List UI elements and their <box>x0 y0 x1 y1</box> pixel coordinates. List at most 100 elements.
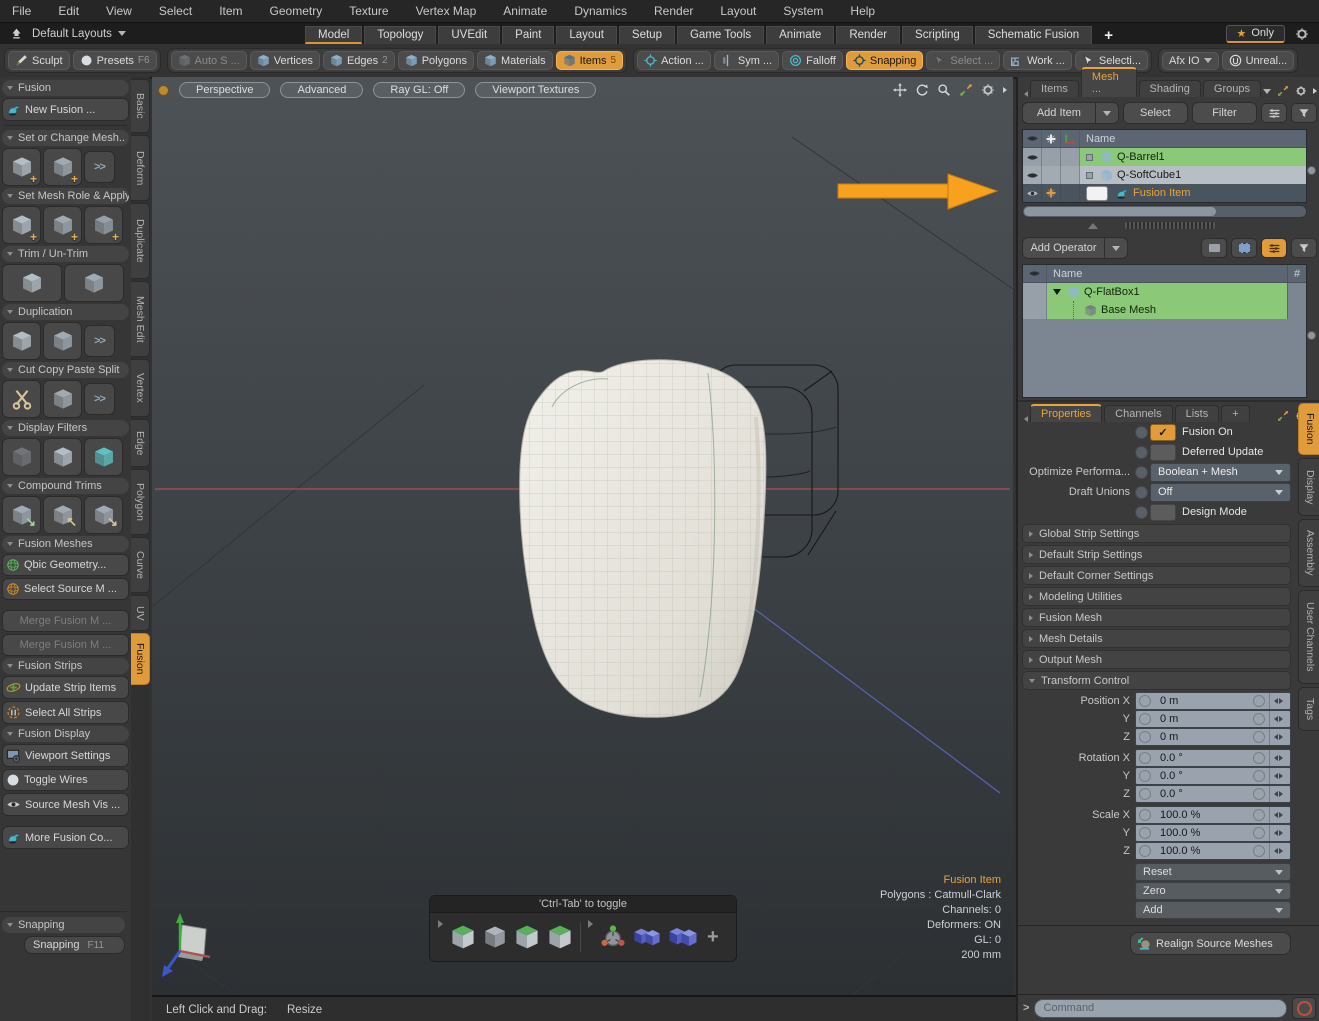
section-mesh-details[interactable]: Mesh Details <box>1022 629 1291 648</box>
mini-slider[interactable] <box>1269 729 1287 745</box>
channel-link-knob[interactable] <box>1135 466 1148 479</box>
gear-icon[interactable] <box>1295 85 1307 97</box>
role-trim-button[interactable] <box>43 206 82 244</box>
merge-fusion-meshes-button-2[interactable]: Merge Fusion M ... <box>2 634 129 656</box>
mini-slider[interactable] <box>1269 843 1287 859</box>
viewport-menu-dot-icon[interactable] <box>158 85 169 96</box>
fusion-mesh[interactable] <box>520 360 766 718</box>
polygons-mode-button[interactable]: Polygons <box>398 51 474 70</box>
section-header-snapping[interactable]: Snapping <box>2 917 125 933</box>
sidebar-tab-polygon[interactable]: Polygon <box>131 469 150 535</box>
sidebar-tab-vertex[interactable]: Vertex <box>131 359 150 417</box>
menu-view[interactable]: View <box>106 4 132 18</box>
axis-column-header[interactable] <box>1061 130 1080 147</box>
layout-selector[interactable]: Default Layouts <box>32 28 126 40</box>
section-header-fusion-strips[interactable]: Fusion Strips <box>2 658 129 674</box>
channel-link-knob[interactable] <box>1135 446 1148 459</box>
mini-slider[interactable] <box>1269 750 1287 766</box>
mini-slider[interactable] <box>1269 807 1287 823</box>
shading-mode-button[interactable]: Advanced <box>280 82 363 98</box>
new-fusion-button[interactable]: New Fusion ... <box>2 98 129 121</box>
fusion-apply-cube-icon[interactable] <box>450 924 476 950</box>
scroll-knob[interactable] <box>1307 166 1316 175</box>
copy-paste-button[interactable] <box>43 380 82 418</box>
side-tab-assembly[interactable]: Assembly <box>1298 519 1319 587</box>
section-default-strip-settings[interactable]: Default Strip Settings <box>1022 545 1291 564</box>
count-column-header[interactable]: # <box>1287 265 1306 282</box>
merge-fusion-meshes-button[interactable]: Merge Fusion M ... <box>2 610 129 632</box>
select-button[interactable]: Select <box>1123 102 1188 124</box>
menu-animate[interactable]: Animate <box>503 4 547 18</box>
scale-y-field[interactable]: 100.0 % <box>1135 824 1291 842</box>
side-tab-display[interactable]: Display <box>1298 458 1319 516</box>
ray-gl-button[interactable]: Ray GL: Off <box>373 82 465 98</box>
starred-only-button[interactable]: Only <box>1226 25 1286 43</box>
section-header-fusion-display[interactable]: Fusion Display <box>2 726 129 742</box>
list-options-button[interactable] <box>1261 103 1287 123</box>
section-output-mesh[interactable]: Output Mesh <box>1022 650 1291 669</box>
position-y-field[interactable]: 0 m <box>1135 710 1291 728</box>
fusion-on-checkbox[interactable] <box>1150 424 1176 441</box>
section-default-corner-settings[interactable]: Default Corner Settings <box>1022 566 1291 585</box>
role-subtract-button[interactable] <box>84 206 123 244</box>
tab-groups[interactable]: Groups <box>1203 80 1261 97</box>
optimize-performance-dropdown[interactable]: Boolean + Mesh <box>1150 463 1291 482</box>
vertices-mode-button[interactable]: Vertices <box>250 51 320 70</box>
layout-tab-topology[interactable]: Topology <box>364 26 436 44</box>
eye-icon[interactable] <box>1026 169 1039 182</box>
maximize-icon[interactable] <box>1277 85 1289 97</box>
position-x-field[interactable]: 0 m <box>1135 692 1291 710</box>
layout-tab-schematic-fusion[interactable]: Schematic Fusion <box>975 26 1092 44</box>
view-mode-list-button[interactable] <box>1261 238 1287 258</box>
viewport-canvas[interactable] <box>152 77 1013 995</box>
afx-io-dropdown[interactable]: Afx IO <box>1162 52 1219 70</box>
chevron-down-icon[interactable] <box>1263 89 1271 94</box>
presets-button[interactable]: Presets F6 <box>73 51 157 70</box>
gizmo-icon[interactable] <box>600 924 626 950</box>
section-global-strip-settings[interactable]: Global Strip Settings <box>1022 524 1291 543</box>
edges-mode-button[interactable]: Edges 2 <box>323 51 395 70</box>
work-plane-button[interactable]: Work ... <box>1003 51 1072 70</box>
eye-icon[interactable] <box>1026 187 1039 200</box>
gear-icon[interactable] <box>981 83 995 97</box>
item-list-hscrollbar[interactable] <box>1022 205 1307 218</box>
filter-ghost-button[interactable] <box>2 438 41 476</box>
mini-slider[interactable] <box>1269 711 1287 727</box>
scale-z-field[interactable]: 100.0 % <box>1135 842 1291 860</box>
position-z-field[interactable]: 0 m <box>1135 728 1291 746</box>
set-mesh-primary-button[interactable] <box>2 148 41 186</box>
operator-row-base-mesh[interactable]: Base Mesh <box>1023 301 1306 319</box>
rotation-z-field[interactable]: 0.0 ° <box>1135 785 1291 803</box>
section-modeling-utilities[interactable]: Modeling Utilities <box>1022 587 1291 606</box>
menu-vertex-map[interactable]: Vertex Map <box>416 4 477 18</box>
mini-slider[interactable] <box>1269 825 1287 841</box>
section-header-fusion-meshes[interactable]: Fusion Meshes <box>2 536 129 552</box>
materials-mode-button[interactable]: Materials <box>477 51 553 70</box>
mini-slider[interactable] <box>1269 768 1287 784</box>
add-layout-tab-button[interactable]: + <box>1094 27 1123 44</box>
filter-solid-button[interactable] <box>43 438 82 476</box>
panel-splitter[interactable] <box>1018 219 1319 232</box>
select-source-meshes-button[interactable]: Select Source M ... <box>2 578 129 600</box>
add-item-dropdown[interactable]: Add Item <box>1022 102 1119 124</box>
side-tab-user-channels[interactable]: User Channels <box>1298 590 1319 684</box>
expand-right-icon[interactable] <box>1003 87 1007 93</box>
draft-unions-dropdown[interactable]: Off <box>1150 483 1291 502</box>
falloff-button[interactable]: Falloff <box>782 51 843 70</box>
cut-copy-more-button[interactable]: >> <box>84 383 115 415</box>
realign-source-meshes-button[interactable]: Realign Source Meshes <box>1130 932 1291 955</box>
sidebar-tab-edge[interactable]: Edge <box>131 419 150 467</box>
command-input[interactable] <box>1034 999 1287 1018</box>
menu-system[interactable]: System <box>783 4 823 18</box>
menu-edit[interactable]: Edit <box>58 4 79 18</box>
duplicate-button[interactable] <box>2 322 41 360</box>
sidebar-tab-curve[interactable]: Curve <box>131 537 150 593</box>
lock-column-header[interactable] <box>1042 130 1061 147</box>
sidebar-tab-basic[interactable]: Basic <box>131 79 150 133</box>
sidebar-tab-fusion[interactable]: Fusion <box>131 633 150 685</box>
eye-icon[interactable] <box>1026 151 1039 164</box>
section-header-set-or-change-mesh[interactable]: Set or Change Mesh.. <box>2 130 129 146</box>
viewport-textures-button[interactable]: Viewport Textures <box>475 82 596 98</box>
scroll-knob[interactable] <box>1307 331 1316 340</box>
rotate-icon[interactable] <box>915 83 929 97</box>
